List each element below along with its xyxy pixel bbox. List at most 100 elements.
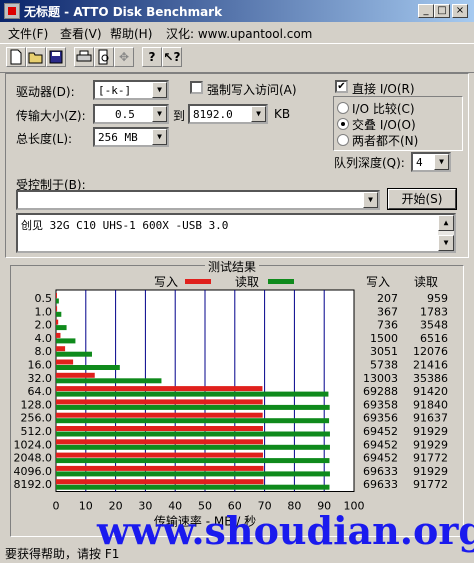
category-label: 0.5 <box>35 292 53 305</box>
category-label: 16.0 <box>28 359 53 372</box>
total-length-select[interactable]: 256 MB ▼ <box>93 127 169 147</box>
write-bar <box>56 386 263 392</box>
queue-depth-label: 队列深度(Q): <box>334 156 405 170</box>
read-bar <box>56 338 76 344</box>
io-overlap-label: 交叠 I/O(O) <box>352 118 416 132</box>
maximize-button[interactable]: □ <box>434 4 450 18</box>
queue-depth-select[interactable]: 4 ▼ <box>411 152 451 172</box>
close-button[interactable]: × <box>452 4 468 18</box>
description-textarea[interactable]: 创见 32G C10 UHS-1 600X -USB 3.0 ▲ ▼ <box>16 213 456 253</box>
category-label: 512.0 <box>21 425 53 438</box>
write-bar <box>56 346 66 352</box>
category-label: 64.0 <box>28 385 53 398</box>
read-bar <box>56 325 67 331</box>
read-bar <box>56 365 120 370</box>
read-bar <box>56 378 162 384</box>
write-value: 3051 <box>370 345 398 358</box>
write-bar <box>56 426 263 431</box>
write-value: 69288 <box>363 385 398 398</box>
category-label: 8.0 <box>35 345 53 358</box>
x-tick-label: 10 <box>79 500 93 513</box>
menu-help[interactable]: 帮助(H) <box>110 25 152 42</box>
write-value: 13003 <box>363 372 398 385</box>
x-tick-label: 0 <box>53 500 60 513</box>
write-value: 5738 <box>370 359 398 372</box>
chevron-down-icon[interactable]: ▼ <box>434 154 449 170</box>
start-button[interactable]: 开始(S) <box>387 188 457 210</box>
write-value: 69358 <box>363 398 398 411</box>
drive-value: [-k-] <box>98 84 132 97</box>
scroll-down-icon[interactable]: ▼ <box>438 235 454 251</box>
write-value: 69452 <box>363 425 398 438</box>
description-text: 创见 32G C10 UHS-1 600X -USB 3.0 <box>21 219 229 232</box>
open-folder-icon[interactable] <box>26 47 46 67</box>
read-value: 959 <box>427 292 448 305</box>
results-chart: 0 10 20 30 40 50 60 70 80 90 100传输速率 - MB / 秒0.5 20… <box>14 289 448 529</box>
chevron-down-icon[interactable]: ▼ <box>152 82 167 98</box>
force-write-checkbox[interactable] <box>190 81 203 94</box>
printer-icon[interactable] <box>74 47 94 67</box>
window-title: 无标题 - ATTO Disk Benchmark <box>24 5 223 19</box>
read-value: 3548 <box>420 319 448 332</box>
category-label: 4096.0 <box>14 465 53 478</box>
kb-label: KB <box>274 107 291 121</box>
chevron-down-icon[interactable]: ▼ <box>251 106 266 122</box>
write-bar <box>56 412 263 418</box>
toolbar: ✥ ? ↖? <box>0 43 474 73</box>
category-label: 2.0 <box>35 319 53 332</box>
read-value: 91929 <box>413 425 448 438</box>
write-bar <box>56 332 61 338</box>
category-label: 1.0 <box>35 305 53 318</box>
write-value: 736 <box>377 319 398 332</box>
atto-window: 无标题 - ATTO Disk Benchmark _ □ × 文件(F) 查看… <box>0 0 474 563</box>
transfer-from-value: 0.5 <box>115 108 135 121</box>
write-bar <box>56 399 263 405</box>
title-bar[interactable]: 无标题 - ATTO Disk Benchmark _ □ × <box>0 0 474 22</box>
queue-depth-value: 4 <box>416 156 423 169</box>
controlled-by-select[interactable]: ▼ <box>16 190 380 210</box>
write-bar <box>56 479 264 485</box>
category-label: 1024.0 <box>14 438 53 451</box>
transfer-to-select[interactable]: 8192.0 ▼ <box>188 104 268 124</box>
print-preview-icon[interactable] <box>94 47 114 67</box>
read-bar <box>56 404 330 410</box>
chevron-down-icon[interactable]: ▼ <box>152 129 167 145</box>
new-file-icon[interactable] <box>6 47 26 67</box>
read-value: 6516 <box>420 332 448 345</box>
chevron-down-icon[interactable]: ▼ <box>152 106 167 122</box>
read-value: 91420 <box>413 385 448 398</box>
read-value: 35386 <box>413 372 448 385</box>
direct-io-checkbox[interactable]: ✔ <box>335 80 348 93</box>
drive-label: 驱动器(D): <box>16 85 75 99</box>
read-value: 91772 <box>413 478 448 491</box>
read-bar <box>56 431 330 437</box>
write-bar <box>56 452 263 458</box>
category-label: 2048.0 <box>14 452 53 465</box>
context-help-icon[interactable]: ↖? <box>162 47 182 67</box>
io-compare-radio[interactable] <box>337 102 349 114</box>
drive-select[interactable]: [-k-] ▼ <box>93 80 169 100</box>
io-compare-label: I/O 比较(C) <box>352 102 415 116</box>
category-label: 8192.0 <box>14 478 53 491</box>
write-value: 69452 <box>363 438 398 451</box>
vertical-scrollbar[interactable]: ▲ ▼ <box>438 215 454 251</box>
category-label: 4.0 <box>35 332 53 345</box>
watermark-text: www.shoudian.org <box>97 508 474 553</box>
scroll-up-icon[interactable]: ▲ <box>438 215 454 231</box>
chevron-down-icon[interactable]: ▼ <box>363 192 378 208</box>
help-icon[interactable]: ? <box>142 47 162 67</box>
move-icon[interactable]: ✥ <box>114 47 134 67</box>
read-bar <box>56 298 59 304</box>
menu-file[interactable]: 文件(F) <box>8 25 48 42</box>
menu-view[interactable]: 查看(V) <box>60 25 102 42</box>
minimize-button[interactable]: _ <box>418 4 434 18</box>
save-disk-icon[interactable] <box>46 47 66 67</box>
write-bar <box>56 359 74 365</box>
io-neither-radio[interactable] <box>337 134 349 146</box>
transfer-from-select[interactable]: 0.5 ▼ <box>93 104 169 124</box>
menu-localized[interactable]: 汉化: www.upantool.com <box>166 25 312 42</box>
write-bar <box>56 439 263 445</box>
io-overlap-radio[interactable] <box>337 118 349 130</box>
read-bar <box>56 351 92 357</box>
write-value: 207 <box>377 292 398 305</box>
